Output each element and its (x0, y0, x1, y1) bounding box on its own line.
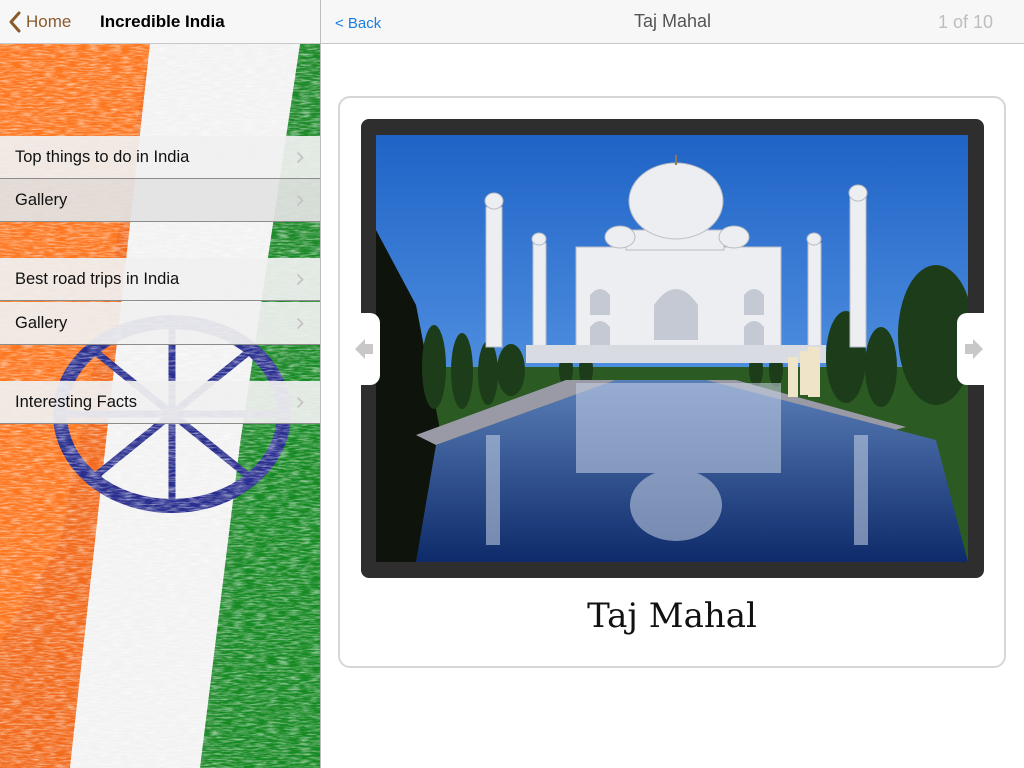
chevron-right-icon (296, 273, 304, 286)
master-nav-bar: Home Incredible India (0, 0, 320, 44)
right-arrow-icon (964, 339, 983, 359)
chevron-right-icon (296, 151, 304, 164)
menu-item-gallery-1[interactable]: Gallery (0, 179, 320, 222)
detail-nav-bar: < Back Taj Mahal 1 of 10 (321, 0, 1024, 44)
menu-item-interesting-facts[interactable]: Interesting Facts (0, 381, 320, 424)
menu-item-top-things[interactable]: Top things to do in India (0, 136, 320, 179)
chevron-right-icon (296, 317, 304, 330)
home-back-button[interactable]: Home (8, 11, 71, 33)
menu-item-label: Top things to do in India (15, 147, 190, 166)
menu-item-gallery-2[interactable]: Gallery (0, 302, 320, 345)
chevron-left-icon (9, 11, 21, 33)
master-pane: Home Incredible India Top things to do i… (0, 0, 320, 768)
menu-item-label: Best road trips in India (15, 269, 180, 288)
photo-caption: Taj Mahal (587, 596, 757, 636)
menu-item-road-trips[interactable]: Best road trips in India (0, 258, 320, 301)
pane-divider (320, 0, 321, 768)
detail-title: Taj Mahal (633, 11, 712, 31)
taj-mahal-photo[interactable] (376, 135, 968, 562)
menu-item-label: Interesting Facts (15, 392, 137, 411)
chevron-right-icon (296, 396, 304, 409)
menu-item-label: Gallery (15, 190, 68, 209)
page-counter: 1 of 10 (937, 12, 993, 32)
master-title: Incredible India (100, 12, 225, 31)
left-arrow-icon (354, 339, 373, 359)
previous-button[interactable] (347, 313, 380, 385)
home-back-label: Home (26, 12, 72, 31)
next-button[interactable] (957, 313, 990, 385)
chevron-right-icon (296, 194, 304, 207)
menu-item-label: Gallery (15, 313, 68, 332)
